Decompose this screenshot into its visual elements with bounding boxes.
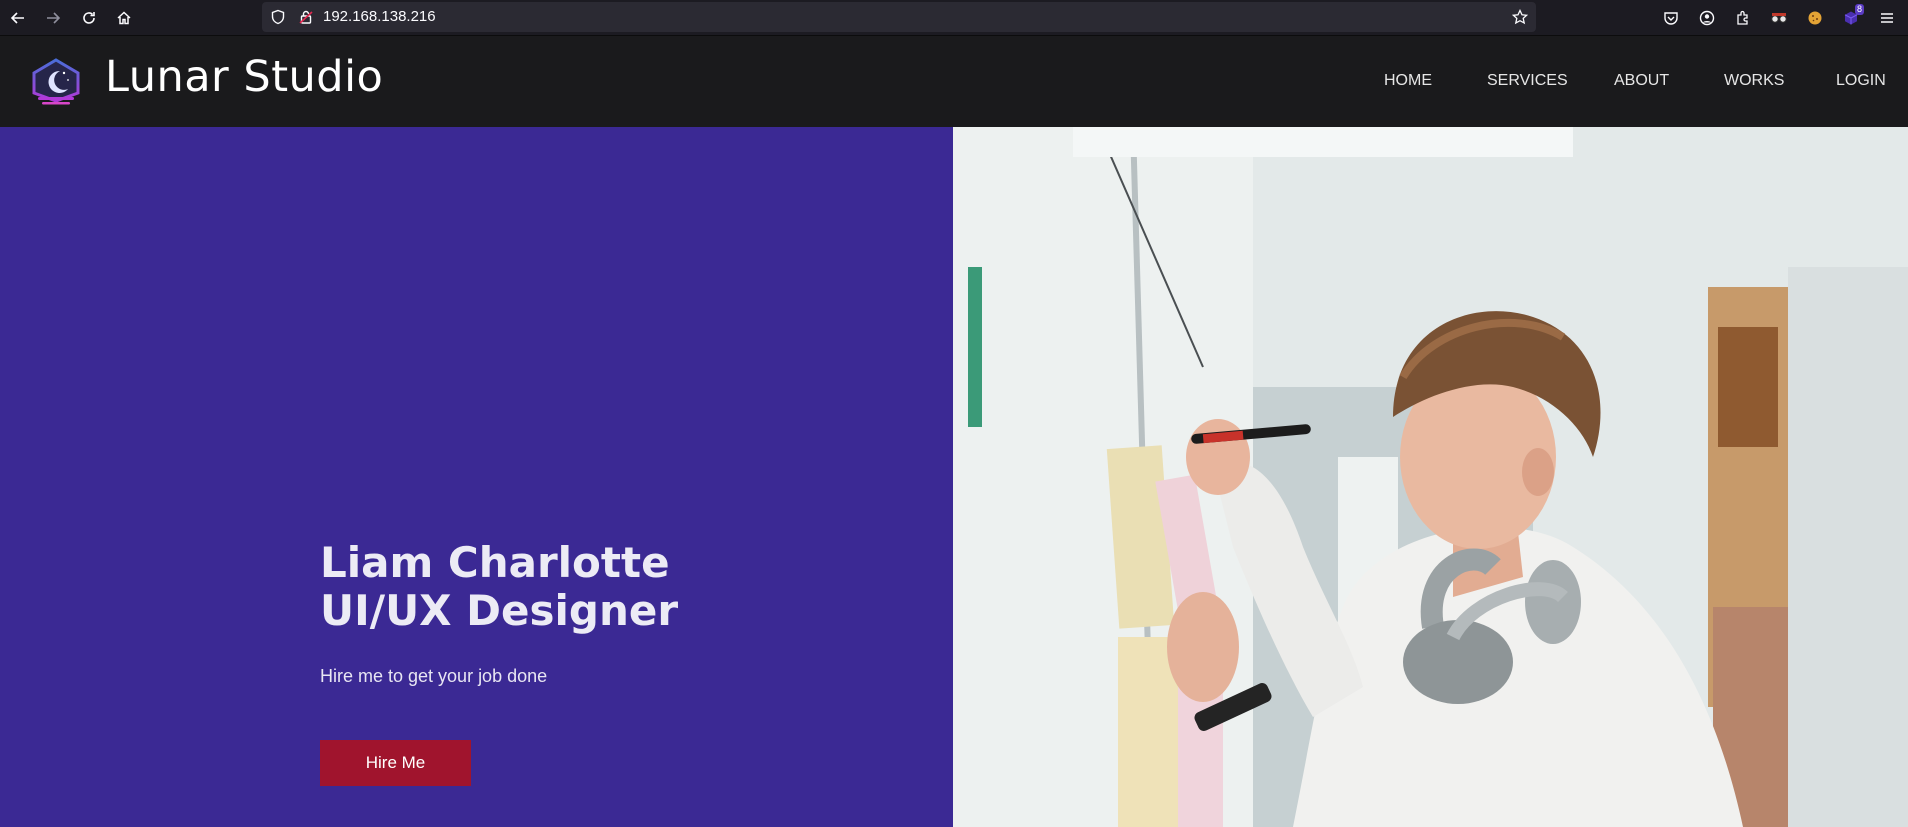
nav-services[interactable]: SERVICES <box>1487 72 1568 90</box>
hero-photo <box>953 127 1908 827</box>
nav-login[interactable]: LOGIN <box>1836 72 1886 90</box>
forward-icon[interactable] <box>40 5 66 31</box>
account-icon[interactable] <box>1694 5 1720 31</box>
nav-works[interactable]: WORKS <box>1724 72 1784 90</box>
hire-me-button[interactable]: Hire Me <box>320 740 471 786</box>
star-icon[interactable] <box>1511 8 1529 30</box>
browser-toolbar: 192.168.138.216 8 <box>0 0 1908 36</box>
brand-name[interactable]: Lunar Studio <box>105 52 383 102</box>
hero-title: Liam Charlotte UI/UX Designer <box>320 539 678 635</box>
home-icon[interactable] <box>111 5 137 31</box>
address-bar[interactable]: 192.168.138.216 <box>262 2 1536 32</box>
moon-logo-icon[interactable] <box>30 57 82 107</box>
pocket-icon[interactable] <box>1658 5 1684 31</box>
back-icon[interactable] <box>5 5 31 31</box>
lock-icon[interactable] <box>298 9 314 30</box>
cube-extension-icon[interactable]: 8 <box>1838 4 1864 31</box>
glasses-extension-icon[interactable] <box>1766 5 1792 31</box>
shield-icon[interactable] <box>270 9 286 30</box>
cookie-extension-icon[interactable] <box>1802 5 1828 31</box>
hero-panel <box>0 127 953 827</box>
url-text[interactable]: 192.168.138.216 <box>323 2 436 32</box>
reload-icon[interactable] <box>76 5 102 31</box>
hero-subtitle: Hire me to get your job done <box>320 666 548 686</box>
nav-home[interactable]: HOME <box>1384 72 1432 90</box>
hero-role: UI/UX Designer <box>320 586 679 635</box>
hero-name: Liam Charlotte <box>320 538 670 587</box>
menu-icon[interactable] <box>1874 5 1900 31</box>
extension-badge: 8 <box>1854 4 1864 15</box>
site-header: Lunar Studio HOME SERVICES ABOUT WORKS L… <box>0 36 1908 127</box>
nav-about[interactable]: ABOUT <box>1614 72 1669 90</box>
extensions-icon[interactable] <box>1730 5 1756 31</box>
